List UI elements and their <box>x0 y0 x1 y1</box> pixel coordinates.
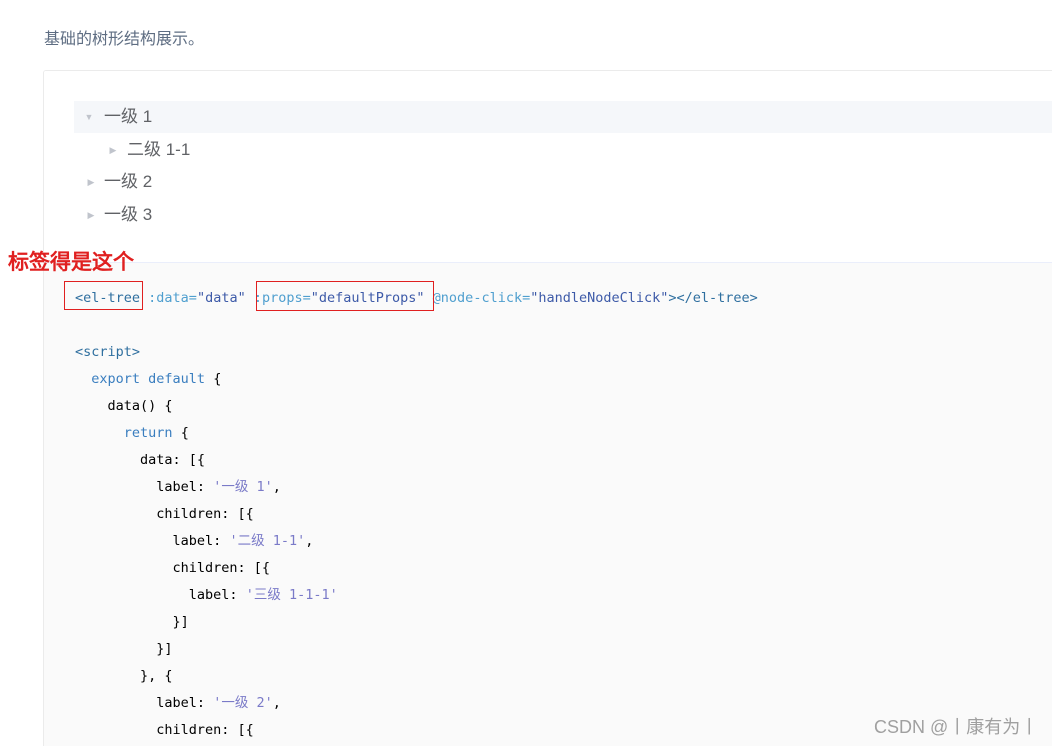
code-token: '一级 2' <box>213 695 273 711</box>
code-token: '三级 1-1-1' <box>245 587 338 603</box>
tree-node-label: 一级 2 <box>104 172 153 191</box>
code-token: , <box>305 533 314 549</box>
tree-node-level1-1[interactable]: ▼ 一级 1 <box>74 101 1052 133</box>
code-line: data: [{ <box>75 452 206 468</box>
code-line: <script> <box>75 344 141 360</box>
code-line: label: '二级 1-1', <box>75 528 314 555</box>
code-token: label: <box>156 479 214 495</box>
code-line: children: [{ <box>75 722 254 738</box>
code-line: children: [{ <box>75 560 271 576</box>
demo-block: ▼ 一级 1 ▶ 二级 1-1 ▶ 一级 2 ▶ 一级 3 <el-tree :… <box>43 70 1052 746</box>
caret-right-icon[interactable]: ▶ <box>85 199 97 231</box>
code-line: return { <box>75 420 189 447</box>
code-token: @node-click= <box>424 290 531 306</box>
watermark: CSDN @丨康有为丨 <box>874 717 1039 737</box>
caret-down-icon[interactable]: ▼ <box>83 101 95 133</box>
tree-node-level1-3[interactable]: ▶ 一级 3 <box>74 199 374 231</box>
code-line: data() { <box>75 398 173 414</box>
code-token: { <box>172 425 189 441</box>
code-line: }, { <box>75 668 173 684</box>
code-line: label: '三级 1-1-1' <box>75 582 338 609</box>
tree-node-label: 一级 3 <box>104 205 153 224</box>
demo-description: 基础的树形结构展示。 <box>44 31 205 48</box>
code-token: , <box>272 695 281 711</box>
code-token: , <box>272 479 281 495</box>
code-line: export default { <box>75 366 221 393</box>
code-token: label: <box>172 533 230 549</box>
code-token: '一级 1' <box>213 479 273 495</box>
code-line: }] <box>75 641 173 657</box>
code-line: children: [{ <box>75 506 254 522</box>
code-line: label: '一级 2', <box>75 690 281 717</box>
code-token: label: <box>188 587 246 603</box>
tree-node-label: 一级 1 <box>104 107 153 126</box>
tree-node-level1-2[interactable]: ▶ 一级 2 <box>74 166 374 198</box>
code-token: ></el-tree> <box>668 290 758 306</box>
caret-right-icon[interactable]: ▶ <box>107 134 119 166</box>
tree-node-level2-1-1[interactable]: ▶ 二级 1-1 <box>74 134 374 166</box>
code-token: return <box>123 425 173 441</box>
highlight-box-el-tree <box>64 281 143 310</box>
code-line: }] <box>75 614 189 630</box>
code-token: :data= <box>140 290 197 306</box>
caret-right-icon[interactable]: ▶ <box>85 166 97 198</box>
annotation-text: 标签得是这个 <box>8 251 134 274</box>
highlight-box-props <box>256 281 434 311</box>
code-token: '二级 1-1' <box>229 533 306 549</box>
code-line: label: '一级 1', <box>75 474 281 501</box>
tree-node-label: 二级 1-1 <box>127 140 191 159</box>
tree: ▼ 一级 1 ▶ 二级 1-1 ▶ 一级 2 ▶ 一级 3 <box>44 71 1052 262</box>
code-token: "handleNodeClick" <box>530 290 669 306</box>
code-token: export default <box>91 371 206 387</box>
code-block: <el-tree :data="data" :props="defaultPro… <box>44 262 1052 746</box>
code-token: label: <box>156 695 214 711</box>
code-token: "data" <box>196 290 246 306</box>
code-token: { <box>205 371 222 387</box>
